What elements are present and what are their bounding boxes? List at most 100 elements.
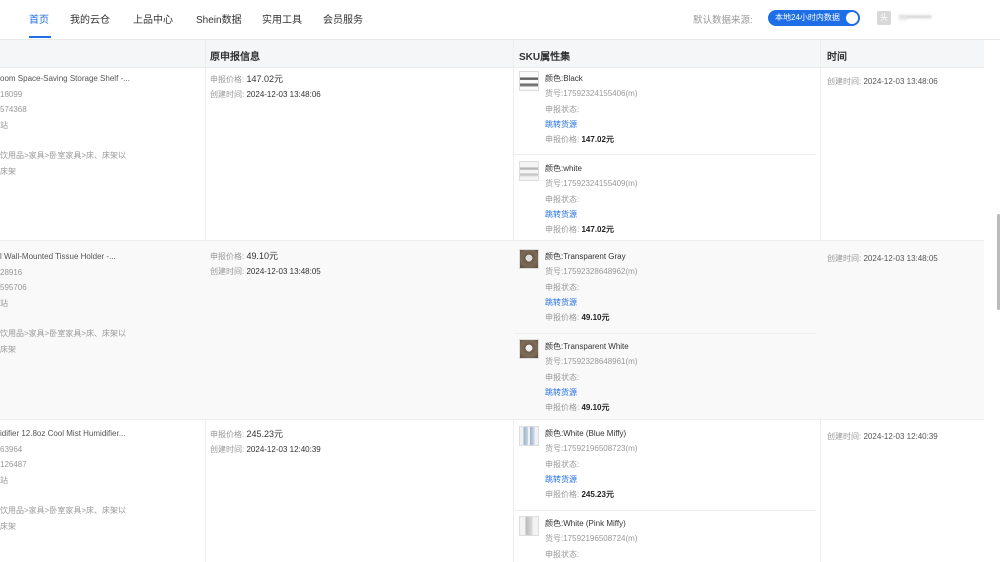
- sku-thumbnail[interactable]: [519, 71, 539, 91]
- product-info: l Wall-Mounted Tissue Holder -... 28916 …: [0, 249, 126, 357]
- created-time: 2024-12-03 13:48:05: [246, 267, 321, 276]
- sku-status: 申报状态:: [545, 104, 580, 114]
- product-site: 站: [0, 120, 8, 130]
- sku-price-label: 申报价格:: [545, 403, 580, 413]
- declaration-info: 申报价格: 49.10元 创建时间: 2024-12-03 13:48:05: [210, 249, 321, 279]
- sku-color: 颜色:White (Pink Miffy): [545, 519, 626, 528]
- table-row: oom Space-Saving Storage Shelf -... 1809…: [0, 67, 984, 241]
- sku-price: 245.23元: [581, 490, 614, 500]
- product-info: oom Space-Saving Storage Shelf -... 1809…: [0, 71, 130, 179]
- datasource-label: 默认数据来源:: [693, 15, 753, 26]
- sku-thumbnail[interactable]: [519, 161, 539, 181]
- product-site: 站: [0, 475, 8, 485]
- sku-status: 申报状态:: [545, 372, 580, 382]
- sku-code: 货号:17592324155406(m): [545, 89, 638, 99]
- sku-details: 颜色:Transparent Gray 货号:17592328648962(m)…: [545, 249, 638, 325]
- created-time: 2024-12-03 12:40:39: [246, 445, 321, 454]
- nav-item-home[interactable]: 首页: [29, 11, 49, 26]
- time-label: 创建时间:: [827, 432, 862, 441]
- created-time: 2024-12-03 13:48:06: [246, 90, 321, 99]
- product-category-cont: 床架: [0, 521, 16, 531]
- time-cell: 创建时间: 2024-12-03 13:48:06: [827, 76, 938, 87]
- sku-status: 申报状态:: [545, 194, 580, 204]
- declared-price: 49.10元: [246, 251, 278, 261]
- time-label: 创建时间:: [827, 254, 862, 263]
- datasource-toggle-text: 本地24小时内数据: [775, 13, 840, 22]
- declared-price: 245.23元: [246, 429, 283, 439]
- sku-thumbnail[interactable]: [519, 426, 539, 446]
- sku-item: 颜色:Transparent White 货号:17592328648961(m…: [519, 339, 815, 419]
- active-tab-underline: [29, 36, 51, 38]
- sku-source-link[interactable]: 跳转货源: [545, 385, 638, 400]
- sku-source-link[interactable]: 跳转货源: [545, 295, 638, 310]
- sku-thumbnail[interactable]: [519, 339, 539, 359]
- sku-price: 49.10元: [581, 403, 610, 413]
- header-sku-attributes: SKU属性集: [519, 52, 571, 63]
- product-category: 饮用品>家具>卧室家具>床、床架以: [0, 151, 127, 160]
- nav-item-tools[interactable]: 实用工具: [262, 11, 302, 26]
- sku-price-label: 申报价格:: [545, 313, 580, 323]
- nav-item-membership[interactable]: 会员服务: [323, 11, 363, 26]
- sku-price: 147.02元: [581, 225, 614, 235]
- sku-details: 颜色:Black 货号:17592324155406(m) 申报状态: 跳转货源…: [545, 71, 638, 147]
- sku-item: 颜色:white 货号:17592324155409(m) 申报状态: 跳转货源…: [519, 161, 815, 241]
- sku-item: 颜色:White (Blue Miffy) 货号:17592196508723(…: [519, 426, 815, 506]
- sku-price-label: 申报价格:: [545, 225, 580, 235]
- product-category-cont: 床架: [0, 344, 16, 354]
- price-label: 申报价格:: [210, 430, 245, 439]
- table-row: l Wall-Mounted Tissue Holder -... 28916 …: [0, 241, 984, 420]
- product-category-cont: 床架: [0, 166, 16, 176]
- sku-details: 颜色:White (Pink Miffy) 货号:17592196508724(…: [545, 516, 638, 562]
- datasource-toggle[interactable]: 本地24小时内数据: [768, 10, 860, 26]
- sku-thumbnail[interactable]: [519, 249, 539, 269]
- price-label: 申报价格:: [210, 75, 245, 84]
- sku-separator: [514, 154, 816, 155]
- sku-item: 颜色:Black 货号:17592324155406(m) 申报状态: 跳转货源…: [519, 71, 815, 151]
- time-cell: 创建时间: 2024-12-03 13:48:05: [827, 253, 938, 264]
- created-label: 创建时间:: [210, 267, 245, 276]
- product-title[interactable]: idifier 12.8oz Cool Mist Humidifier...: [0, 426, 126, 442]
- sku-separator: [514, 333, 816, 334]
- sku-details: 颜色:White (Blue Miffy) 货号:17592196508723(…: [545, 426, 638, 502]
- product-category: 饮用品>家具>卧室家具>床、床架以: [0, 329, 127, 338]
- table-header: 原申报信息 SKU属性集 时间: [0, 40, 984, 68]
- price-label: 申报价格:: [210, 252, 245, 261]
- sku-source-link[interactable]: 跳转货源: [545, 117, 638, 132]
- sku-code: 货号:17592328648962(m): [545, 267, 638, 277]
- time-label: 创建时间:: [827, 77, 862, 86]
- product-id: 63964: [0, 444, 23, 454]
- product-site: 站: [0, 298, 8, 308]
- time-cell: 创建时间: 2024-12-03 12:40:39: [827, 431, 938, 442]
- nav-item-my-cloud-warehouse[interactable]: 我的云仓: [70, 11, 110, 26]
- sku-details: 颜色:white 货号:17592324155409(m) 申报状态: 跳转货源…: [545, 161, 638, 237]
- sku-price-label: 申报价格:: [545, 135, 580, 145]
- sku-price: 49.10元: [581, 313, 610, 323]
- sku-color: 颜色:white: [545, 164, 582, 173]
- product-id: 18099: [0, 89, 23, 99]
- nav-item-shein-data[interactable]: Shein数据: [196, 11, 242, 26]
- avatar[interactable]: 头: [877, 11, 891, 25]
- product-title[interactable]: oom Space-Saving Storage Shelf -...: [0, 71, 130, 87]
- product-title[interactable]: l Wall-Mounted Tissue Holder -...: [0, 249, 126, 265]
- created-label: 创建时间:: [210, 90, 245, 99]
- declaration-info: 申报价格: 147.02元 创建时间: 2024-12-03 13:48:06: [210, 72, 321, 102]
- nav-item-product-center[interactable]: 上品中心: [133, 11, 173, 26]
- product-id: 28916: [0, 267, 23, 277]
- sku-source-link[interactable]: 跳转货源: [545, 472, 638, 487]
- sku-item: 颜色:Transparent Gray 货号:17592328648962(m)…: [519, 249, 815, 329]
- time-value: 2024-12-03 12:40:39: [863, 432, 938, 441]
- sku-price-label: 申报价格:: [545, 490, 580, 500]
- product-category: 饮用品>家具>卧室家具>床、床架以: [0, 506, 127, 515]
- sku-separator: [514, 510, 816, 511]
- sku-code: 货号:17592196508723(m): [545, 444, 638, 454]
- sku-status: 申报状态:: [545, 459, 580, 469]
- product-info: idifier 12.8oz Cool Mist Humidifier... 6…: [0, 426, 126, 534]
- sku-status: 申报状态:: [545, 282, 580, 292]
- sku-source-link[interactable]: 跳转货源: [545, 207, 638, 222]
- product-id-secondary: 595706: [0, 283, 27, 292]
- created-label: 创建时间:: [210, 445, 245, 454]
- header-original-declaration: 原申报信息: [210, 52, 260, 63]
- sku-item: 颜色:White (Pink Miffy) 货号:17592196508724(…: [519, 516, 815, 562]
- sku-thumbnail[interactable]: [519, 516, 539, 536]
- username[interactable]: m••••••••: [899, 12, 932, 22]
